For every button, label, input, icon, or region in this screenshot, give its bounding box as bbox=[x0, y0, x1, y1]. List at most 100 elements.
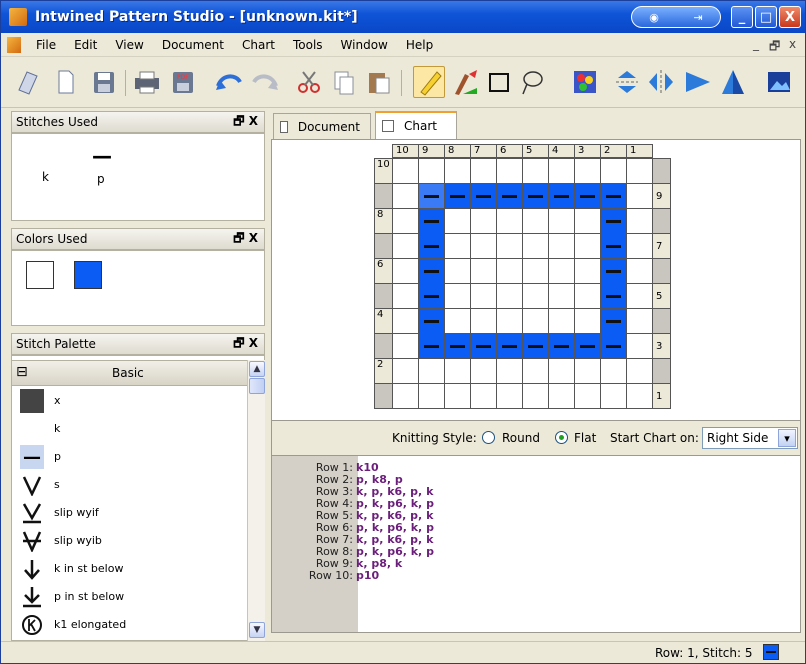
exit-icon[interactable]: ⇥ bbox=[693, 11, 702, 24]
chart-cell-knit[interactable] bbox=[626, 233, 653, 259]
menu-edit[interactable]: Edit bbox=[65, 38, 106, 52]
palette-item-p-in-st-below[interactable]: p in st below bbox=[12, 583, 248, 611]
redo-icon[interactable] bbox=[249, 66, 281, 98]
panel-controls[interactable]: 🗗 X bbox=[233, 229, 258, 250]
print-icon[interactable] bbox=[131, 66, 163, 98]
chart-cell-purl[interactable] bbox=[600, 208, 627, 234]
chart-cell-knit[interactable] bbox=[600, 383, 627, 409]
chart-cell-knit[interactable] bbox=[626, 283, 653, 309]
chart-cell-knit[interactable] bbox=[444, 233, 471, 259]
menu-tools[interactable]: Tools bbox=[284, 38, 332, 52]
chart-cell-knit[interactable] bbox=[626, 208, 653, 234]
menu-window[interactable]: Window bbox=[332, 38, 397, 52]
chart-cell-knit[interactable] bbox=[444, 283, 471, 309]
chart-cell-knit[interactable] bbox=[496, 283, 523, 309]
image-icon[interactable] bbox=[763, 66, 795, 98]
chart-cell-purl[interactable] bbox=[418, 283, 445, 309]
chart-cell-knit[interactable] bbox=[574, 158, 601, 184]
chart-cell-knit[interactable] bbox=[418, 383, 445, 409]
palette-item-x[interactable]: x bbox=[12, 387, 248, 415]
cut-icon[interactable] bbox=[293, 66, 325, 98]
chart-cell-knit[interactable] bbox=[626, 158, 653, 184]
chart-cell-knit[interactable] bbox=[522, 308, 549, 334]
copy-icon[interactable] bbox=[327, 66, 359, 98]
chart-cell-knit[interactable] bbox=[470, 233, 497, 259]
chart-cell-purl[interactable] bbox=[444, 183, 471, 209]
chart-cell-purl[interactable] bbox=[600, 308, 627, 334]
chart-cell-knit[interactable] bbox=[444, 358, 471, 384]
stitch-palette-header[interactable]: Stitch Palette 🗗 X bbox=[11, 333, 265, 355]
chart-cell-purl[interactable] bbox=[418, 333, 445, 359]
palette-item-k-in-st-below[interactable]: k in st below bbox=[12, 555, 248, 583]
palette-item-k[interactable]: k bbox=[12, 415, 248, 443]
chart-cell-knit[interactable] bbox=[574, 233, 601, 259]
rectangle-icon[interactable] bbox=[483, 66, 515, 98]
chart-cell-purl[interactable] bbox=[418, 183, 445, 209]
chart-canvas[interactable]: 10 9 8 7 6 5 4 3 2 1 10 9 8 7 6 5 4 3 2 1 bbox=[271, 139, 801, 421]
colors-used-header[interactable]: Colors Used 🗗 X bbox=[11, 228, 265, 250]
flip-vertical-icon[interactable] bbox=[611, 66, 643, 98]
chart-cell-knit[interactable] bbox=[574, 358, 601, 384]
play-icon[interactable] bbox=[681, 66, 713, 98]
chart-cell-knit[interactable] bbox=[444, 258, 471, 284]
scroll-up-button[interactable]: ▲ bbox=[249, 361, 265, 377]
chart-cell-knit[interactable] bbox=[392, 358, 419, 384]
tab-chart[interactable]: Chart bbox=[375, 111, 457, 139]
stitches-used-header[interactable]: Stitches Used 🗗 X bbox=[11, 111, 265, 133]
undo-icon[interactable] bbox=[213, 66, 245, 98]
new-icon[interactable] bbox=[49, 66, 81, 98]
chart-cell-knit[interactable] bbox=[600, 358, 627, 384]
color-pen-icon[interactable] bbox=[449, 66, 481, 98]
chart-cell-knit[interactable] bbox=[444, 208, 471, 234]
chart-cell-knit[interactable] bbox=[470, 283, 497, 309]
mdi-close-button[interactable]: x bbox=[789, 37, 796, 51]
chart-cell-knit[interactable] bbox=[444, 308, 471, 334]
chart-cell-knit[interactable] bbox=[392, 158, 419, 184]
chart-cell-knit[interactable] bbox=[548, 258, 575, 284]
chart-cell-knit[interactable] bbox=[548, 383, 575, 409]
chart-cell-knit[interactable] bbox=[392, 258, 419, 284]
panel-controls[interactable]: 🗗 X bbox=[233, 112, 258, 133]
chart-cell-purl[interactable] bbox=[522, 333, 549, 359]
chart-cell-purl[interactable] bbox=[418, 308, 445, 334]
collapse-icon[interactable]: ⊟ bbox=[16, 364, 28, 380]
chart-cell-purl[interactable] bbox=[548, 333, 575, 359]
chart-cell-knit[interactable] bbox=[496, 383, 523, 409]
chart-cell-purl[interactable] bbox=[600, 333, 627, 359]
pdf-icon[interactable]: PDF bbox=[167, 66, 199, 98]
mirror-icon[interactable] bbox=[717, 66, 749, 98]
chart-cell-purl[interactable] bbox=[418, 258, 445, 284]
palette-item-s[interactable]: s bbox=[12, 471, 248, 499]
chart-cell-knit[interactable] bbox=[470, 258, 497, 284]
start-chart-select[interactable]: Right Side ▾ bbox=[702, 427, 798, 449]
chart-cell-knit[interactable] bbox=[418, 158, 445, 184]
save-icon[interactable] bbox=[87, 66, 119, 98]
mdi-minimize-button[interactable]: _ bbox=[753, 37, 759, 51]
menu-view[interactable]: View bbox=[106, 38, 152, 52]
chart-cell-knit[interactable] bbox=[548, 358, 575, 384]
chart-cell-knit[interactable] bbox=[522, 383, 549, 409]
chart-cell-knit[interactable] bbox=[574, 258, 601, 284]
knitting-chart-grid[interactable]: 10 9 8 7 6 5 4 3 2 1 10 9 8 7 6 5 4 3 2 1 bbox=[374, 142, 696, 418]
chart-cell-knit[interactable] bbox=[392, 308, 419, 334]
chart-cell-knit[interactable] bbox=[496, 158, 523, 184]
chart-cell-purl[interactable] bbox=[470, 183, 497, 209]
chart-cell-purl[interactable] bbox=[574, 183, 601, 209]
chart-cell-knit[interactable] bbox=[470, 308, 497, 334]
written-instructions[interactable]: Row 1: k10 Row 2: p, k8, p Row 3: k, p, k6, p… bbox=[271, 455, 801, 633]
chart-cell-knit[interactable] bbox=[522, 258, 549, 284]
chart-cell-knit[interactable] bbox=[522, 233, 549, 259]
chart-cell-knit[interactable] bbox=[626, 308, 653, 334]
chart-cell-knit[interactable] bbox=[574, 283, 601, 309]
chart-cell-purl[interactable] bbox=[444, 333, 471, 359]
close-button[interactable]: X bbox=[779, 6, 801, 28]
chart-cell-knit[interactable] bbox=[392, 183, 419, 209]
lasso-icon[interactable] bbox=[515, 66, 547, 98]
chart-cell-knit[interactable] bbox=[626, 358, 653, 384]
chart-cell-purl[interactable] bbox=[418, 208, 445, 234]
chart-cell-knit[interactable] bbox=[522, 208, 549, 234]
chart-cell-knit[interactable] bbox=[496, 358, 523, 384]
chart-cell-purl[interactable] bbox=[496, 183, 523, 209]
chart-cell-purl[interactable] bbox=[600, 183, 627, 209]
chart-cell-knit[interactable] bbox=[470, 158, 497, 184]
